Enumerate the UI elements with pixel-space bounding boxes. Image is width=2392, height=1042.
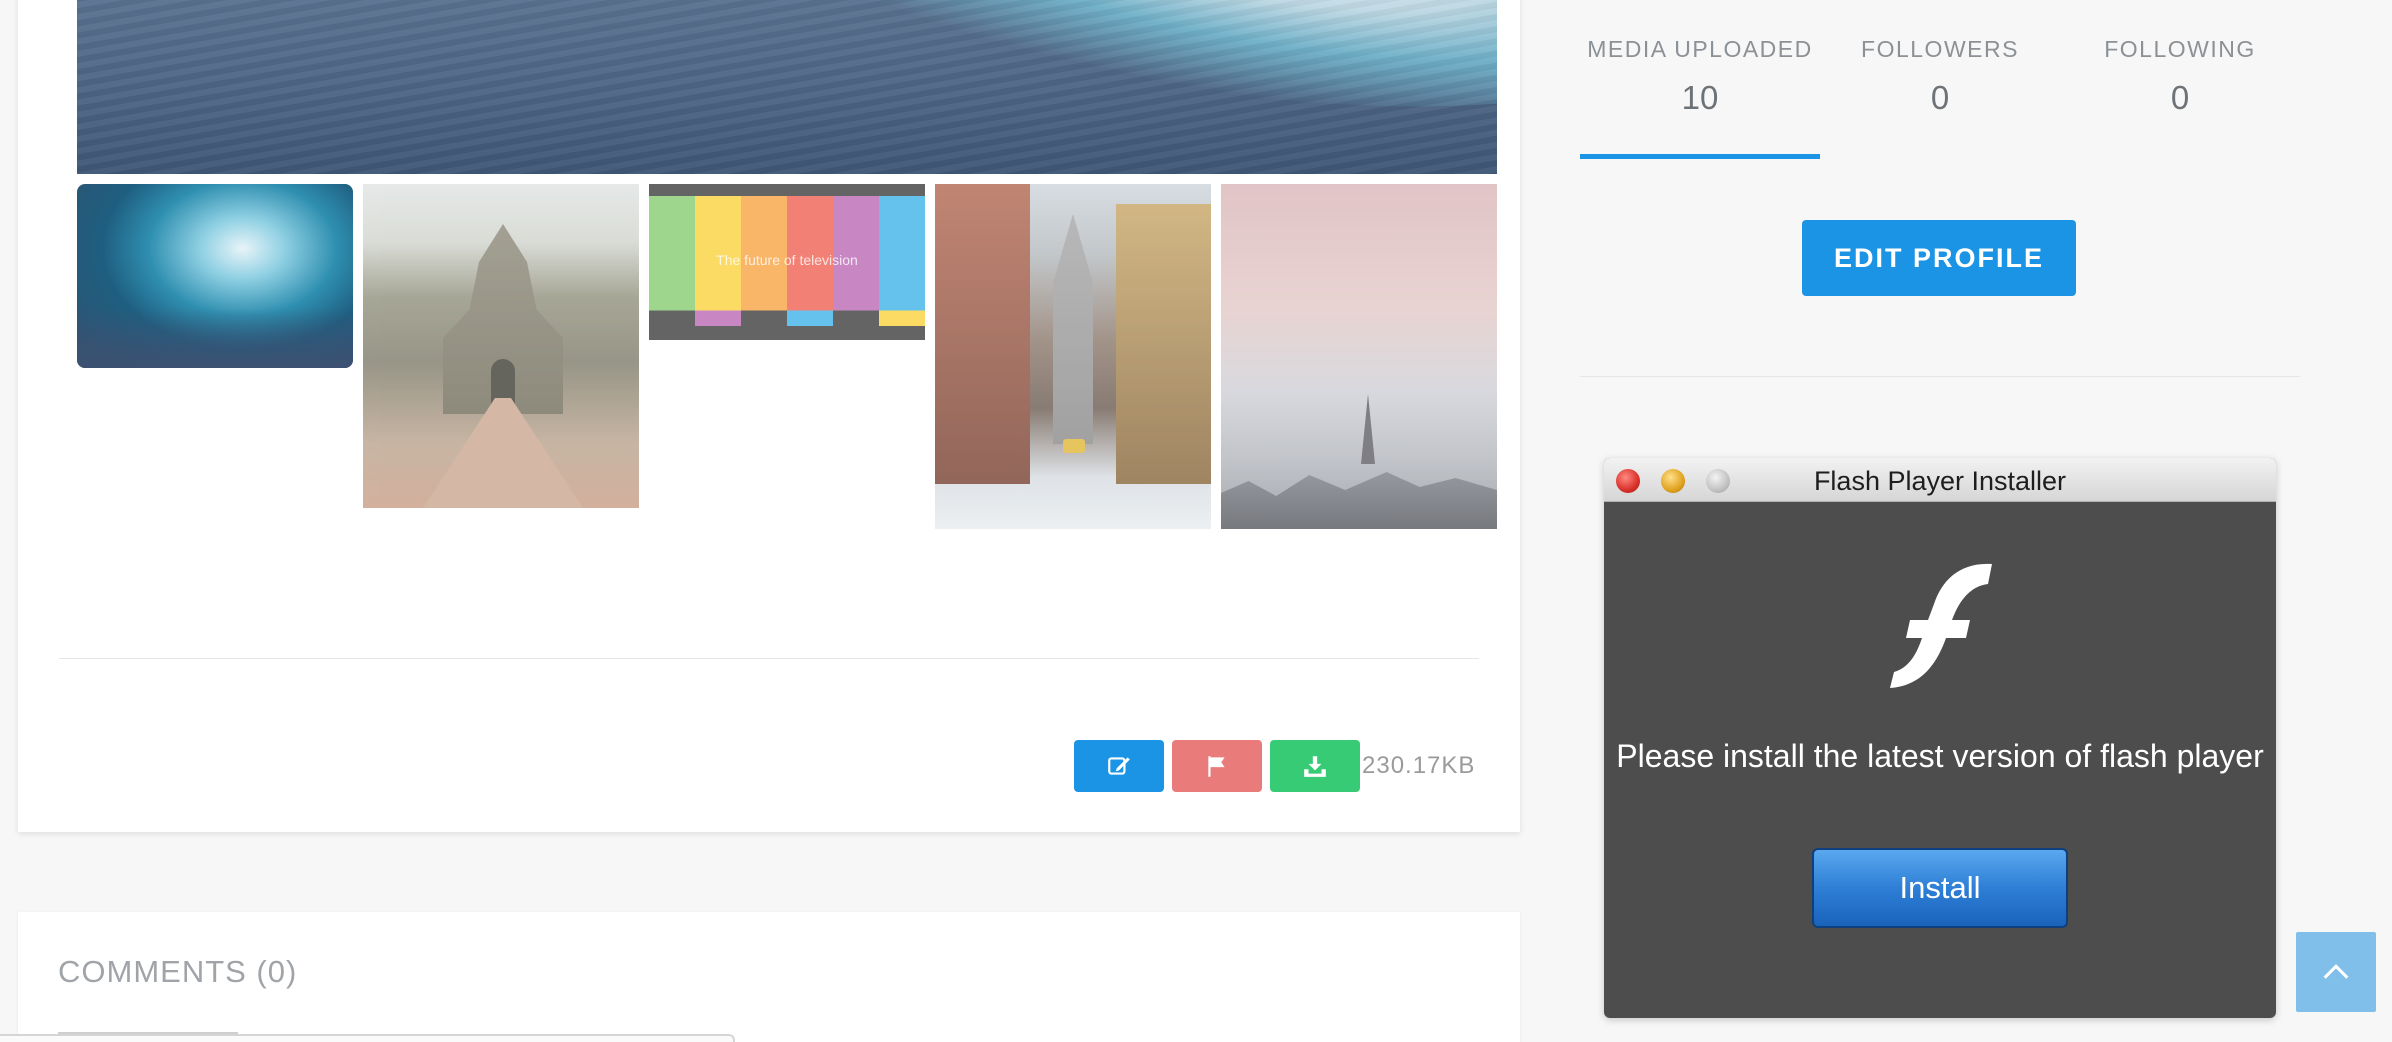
church-spire (1361, 394, 1375, 464)
thumbnail-caption: The future of television (716, 252, 858, 268)
street-buildings-left (935, 184, 1030, 484)
download-media-button[interactable] (1270, 740, 1360, 792)
edit-icon (1108, 757, 1130, 775)
thumbnail-wave[interactable] (77, 184, 353, 368)
sidebar-divider (1580, 376, 2300, 377)
thumbnail-temple[interactable] (363, 184, 639, 508)
profile-stats: MEDIA UPLOADED 10 FOLLOWERS 0 FOLLOWING … (1580, 36, 2300, 160)
thumbnail-television[interactable]: The future of television (649, 184, 925, 340)
thumbnail-strip: The future of television (77, 184, 1497, 544)
edit-profile-button[interactable]: EDIT PROFILE (1802, 220, 2076, 296)
media-card: The future of television (18, 0, 1520, 832)
popup-title: Flash Player Installer (1813, 466, 2067, 496)
stat-value: 0 (2170, 79, 2190, 116)
horizontal-scrollbar[interactable] (0, 1034, 735, 1042)
street-buildings-right (1116, 204, 1211, 484)
stat-value: 10 (1681, 79, 1719, 116)
comments-section: COMMENTS (0) (18, 912, 1520, 1042)
street-taxi (1063, 439, 1085, 453)
flash-logo-icon (1890, 563, 1992, 688)
stat-label: MEDIA UPLOADED (1587, 36, 1813, 62)
thumbnail-foggy-town[interactable] (1221, 184, 1497, 529)
active-stat-underline (1580, 154, 1820, 159)
water-texture (77, 0, 1497, 174)
install-button[interactable]: Install (1812, 848, 2068, 928)
popup-titlebar[interactable]: Flash Player Installer (1604, 458, 2276, 502)
comments-title: COMMENTS (0) (58, 954, 298, 989)
popup-message: Please install the latest version of fla… (1616, 738, 2264, 774)
flash-installer-popup[interactable]: Flash Player Installer Please install th… (1604, 458, 2276, 1018)
download-icon (1304, 756, 1326, 777)
chevron-up-icon (2323, 964, 2349, 979)
town-silhouette (1221, 472, 1497, 529)
temple-path (423, 398, 583, 508)
flag-icon (1208, 756, 1225, 777)
content-divider (59, 658, 1479, 659)
stat-following[interactable]: FOLLOWING 0 (2060, 36, 2300, 117)
street-tower (1053, 214, 1093, 444)
stat-label: FOLLOWING (2104, 36, 2256, 62)
thumbnail-street[interactable] (935, 184, 1211, 529)
stat-media-uploaded[interactable]: MEDIA UPLOADED 10 (1580, 36, 1820, 117)
main-media-image[interactable] (77, 0, 1497, 174)
report-media-button[interactable] (1172, 740, 1262, 792)
stat-value: 0 (1930, 79, 1950, 116)
edit-media-button[interactable] (1074, 740, 1164, 792)
stat-followers[interactable]: FOLLOWERS 0 (1820, 36, 2060, 117)
file-size-label: 230.17KB (1362, 752, 1476, 779)
stat-label: FOLLOWERS (1861, 36, 2019, 62)
back-to-top-button[interactable] (2296, 932, 2376, 1012)
